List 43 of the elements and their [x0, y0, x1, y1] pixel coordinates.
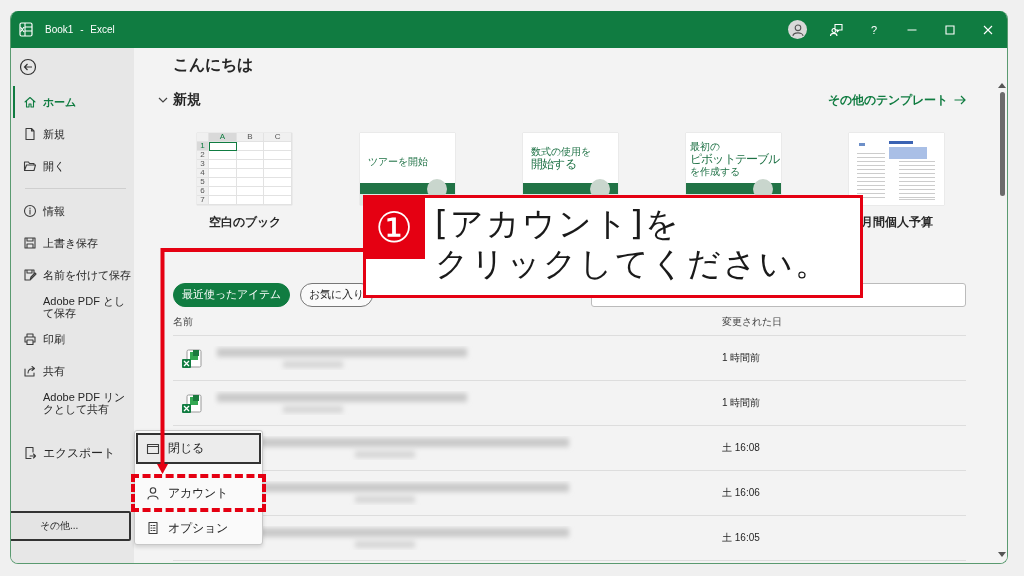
- sidebar-item[interactable]: 印刷: [13, 323, 134, 355]
- sidebar-item[interactable]: Adobe PDF リンクとして共有: [13, 387, 134, 419]
- template-caption: 最初の: [690, 141, 721, 152]
- more-templates-link[interactable]: その他のテンプレート: [828, 91, 966, 109]
- template-caption: 数式の使用を: [531, 146, 592, 157]
- sidebar-item[interactable]: 情報: [13, 195, 134, 227]
- more-button[interactable]: その他...: [11, 511, 131, 541]
- row-header: 1: [197, 142, 209, 151]
- sidebar-item[interactable]: Adobe PDF として保存: [13, 291, 134, 323]
- sidebar-item[interactable]: 新規: [13, 118, 134, 150]
- sidebar-item[interactable]: 共有: [13, 355, 134, 387]
- menu-item[interactable]: アカウント: [131, 474, 266, 512]
- column-header: B: [236, 133, 265, 142]
- instruction-text: [アカウント]を: [435, 204, 682, 244]
- menu-item[interactable]: 閉じる: [136, 433, 261, 464]
- template-label: 月間個人予算: [860, 215, 933, 230]
- sidebar-item[interactable]: エクスポート: [13, 437, 134, 469]
- column-header: C: [264, 133, 292, 142]
- sidebar-item[interactable]: 上書き保存: [13, 227, 134, 259]
- modified-date: 土 16:05: [722, 531, 760, 545]
- template-caption: を作成する: [690, 166, 741, 177]
- help-button[interactable]: ?: [855, 11, 893, 48]
- column-header: A: [209, 133, 237, 142]
- step-number: ①: [363, 195, 425, 259]
- filter-tab[interactable]: 最近使ったアイテム: [173, 283, 290, 307]
- column-header: 名前: [173, 315, 193, 329]
- row-header: 7: [197, 196, 209, 205]
- section-heading: 新規: [173, 91, 201, 109]
- sidebar-item[interactable]: 開く: [13, 150, 134, 182]
- sidebar-item[interactable]: 名前を付けて保存: [13, 259, 134, 291]
- instruction-text: クリックしてください。: [435, 244, 830, 284]
- template-label: 空白のブック: [208, 215, 281, 230]
- window-title: Book1 - Excel: [45, 24, 115, 35]
- greeting-heading: こんにちは: [173, 55, 254, 75]
- modified-date: 土 16:06: [722, 486, 760, 500]
- filter-tab[interactable]: お気に入り: [300, 283, 373, 307]
- modified-date: 土 16:08: [722, 441, 760, 455]
- modified-date: 1 時間前: [722, 396, 761, 410]
- column-header: 変更された日: [722, 315, 782, 329]
- modified-date: 1 時間前: [722, 351, 761, 365]
- menu-item[interactable]: オプション: [136, 514, 261, 542]
- template-caption: ツアーを開始: [368, 156, 429, 167]
- template-caption: 開始する: [531, 157, 577, 171]
